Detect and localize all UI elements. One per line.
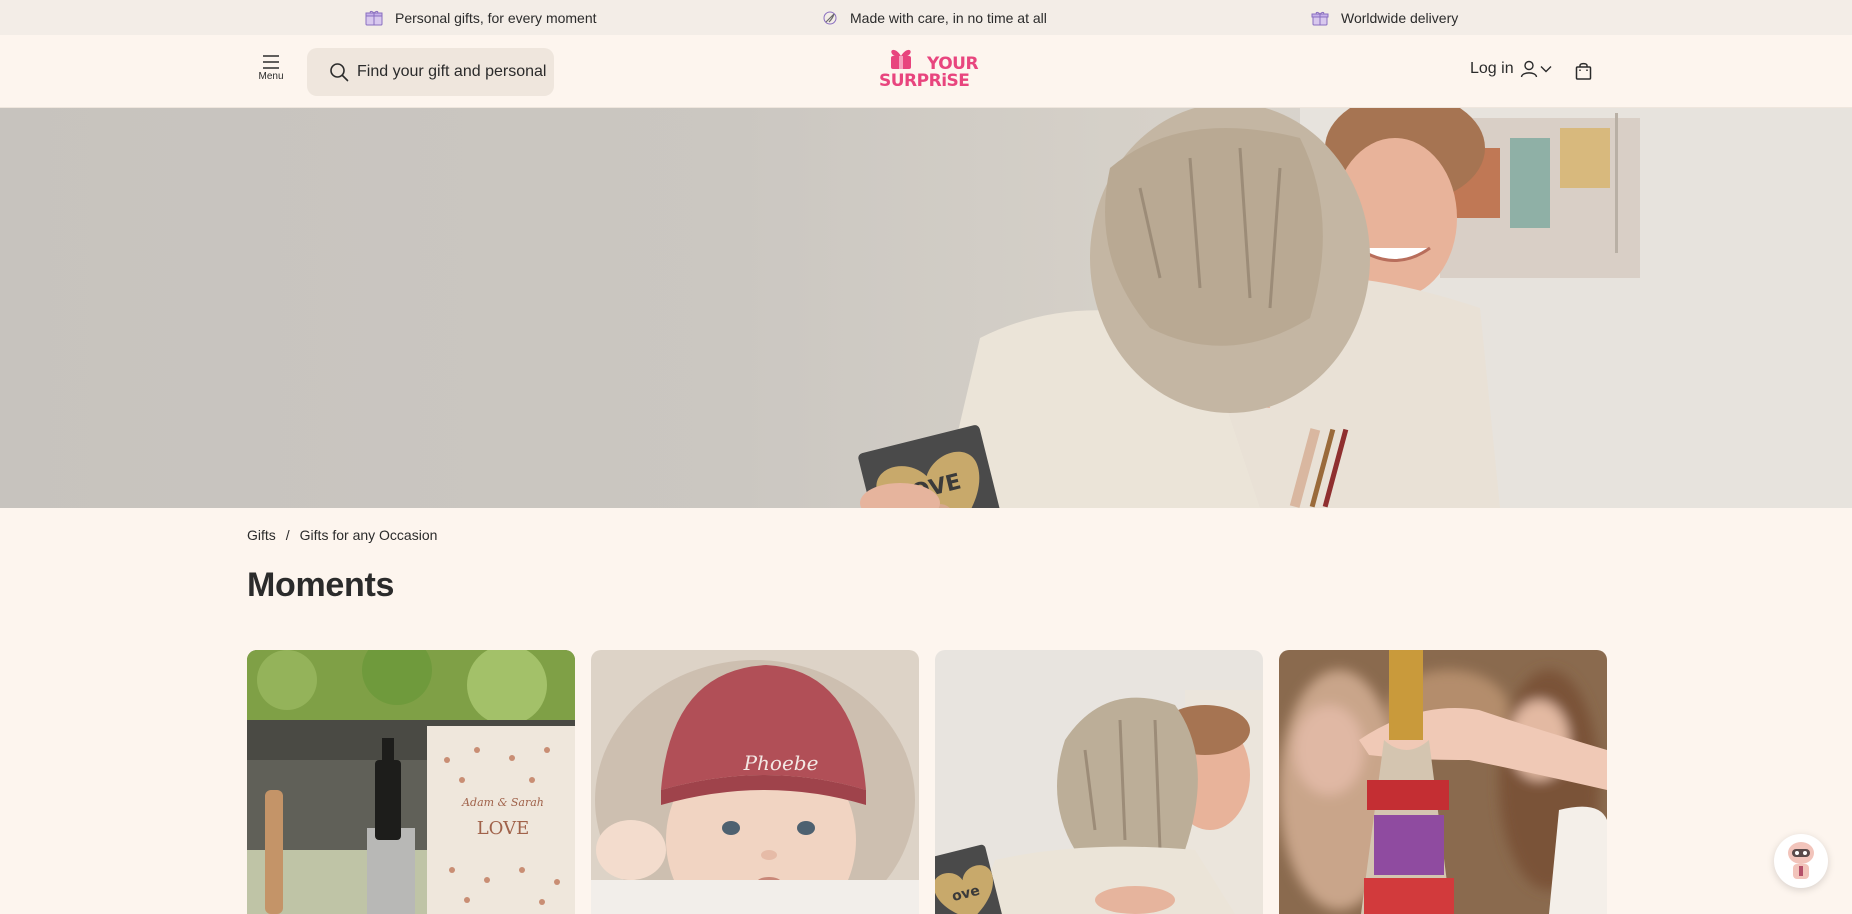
site-logo[interactable]: YOUR SURPRiSE [879, 46, 979, 91]
card-image-wine-book: Adam & Sarah LOVE [247, 650, 575, 914]
moment-card-baby[interactable]: Phoebe [591, 650, 919, 914]
login-label: Log in [1470, 60, 1514, 77]
breadcrumb-separator: / [285, 527, 290, 543]
moment-card-hug[interactable]: ove [935, 650, 1263, 914]
leaf-pen-icon [823, 11, 837, 24]
delivery-gift-icon [1311, 11, 1329, 25]
card-book-love: LOVE [477, 818, 530, 839]
site-header: Menu YOUR SURPRiSE Log in [0, 35, 1852, 108]
chat-assistant-button[interactable] [1774, 834, 1828, 888]
card-image-baby-beanie: Phoebe [591, 650, 919, 914]
moment-card-champagne[interactable] [1279, 650, 1607, 914]
usp-item-worldwide-delivery: Worldwide delivery [1311, 0, 1458, 35]
usp-text: Personal gifts, for every moment [395, 9, 597, 26]
chevron-down-icon [1540, 66, 1552, 73]
search-bar[interactable] [307, 48, 554, 96]
card-image-hug: ove [935, 650, 1263, 914]
usp-text: Worldwide delivery [1341, 9, 1459, 26]
gift-box-icon [365, 10, 383, 25]
card-image-champagne [1279, 650, 1607, 914]
breadcrumb-link-gifts[interactable]: Gifts [247, 527, 276, 543]
moment-card-wine[interactable]: Adam & Sarah LOVE [247, 650, 575, 914]
card-beanie-text: Phoebe [743, 751, 819, 775]
breadcrumb: Gifts / Gifts for any Occasion [247, 527, 437, 543]
usp-text: Made with care, in no time at all [850, 9, 1047, 26]
usp-bar: Personal gifts, for every moment Made wi… [0, 0, 1852, 35]
hero-hug-illustration: LOVE [858, 108, 1852, 508]
usp-item-personal-gifts: Personal gifts, for every moment [365, 0, 597, 35]
cart-button[interactable] [1575, 62, 1592, 85]
card-book-names: Adam & Sarah [461, 796, 544, 809]
hero-banner: LOVE [0, 108, 1852, 508]
logo-gift-bow-icon [891, 49, 911, 69]
shopping-bag-icon [1575, 62, 1592, 80]
breadcrumb-link-occasion[interactable]: Gifts for any Occasion [300, 527, 438, 543]
menu-button[interactable]: Menu [258, 55, 284, 82]
search-icon [330, 63, 349, 82]
search-input[interactable] [357, 63, 547, 81]
user-icon [1520, 60, 1537, 78]
menu-label: Menu [258, 71, 284, 82]
usp-item-made-with-care: Made with care, in no time at all [822, 0, 1047, 35]
logo-line-2: SURPRiSE [879, 71, 970, 91]
page-title: Moments [247, 566, 395, 604]
hamburger-icon [263, 55, 279, 69]
robot-chat-icon [1788, 842, 1814, 879]
login-button[interactable]: Log in [1470, 60, 1552, 78]
